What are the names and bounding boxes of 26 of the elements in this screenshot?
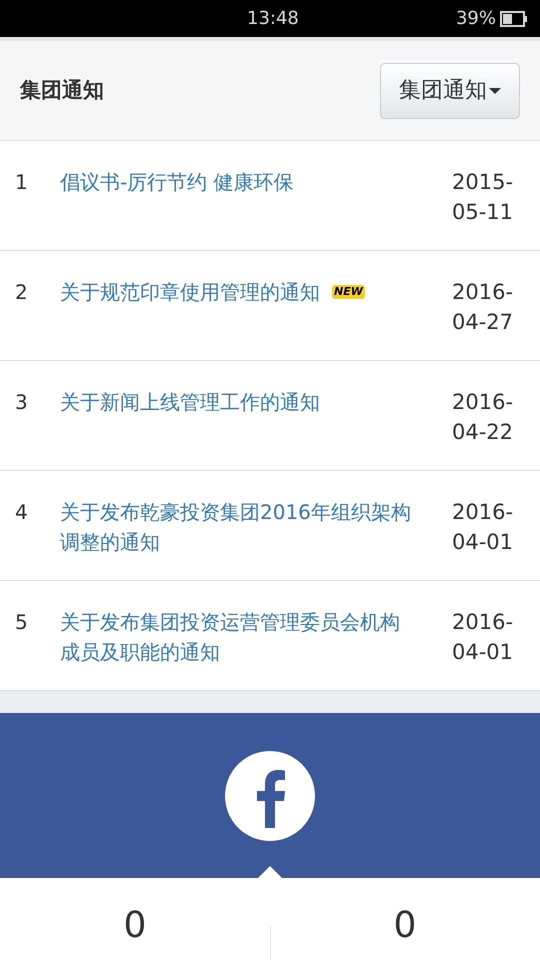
caret-icon (489, 88, 501, 94)
notice-date: 2016-04-27 (452, 279, 514, 336)
row-number: 1 (15, 169, 29, 196)
battery-icon (500, 10, 528, 26)
notice-date: 2016-04-01 (452, 609, 514, 666)
row-number: 4 (15, 499, 29, 526)
notice-date: 2016-04-22 (452, 389, 514, 446)
notice-date: 2015-05-11 (452, 169, 514, 226)
notice-link[interactable]: 关于规范印章使用管理的通知 (60, 277, 320, 307)
stat-value: 0 (394, 906, 416, 948)
row-number: 3 (15, 389, 29, 416)
status-time: 13:48 (247, 7, 299, 31)
row-number: 5 (15, 609, 29, 636)
row-number: 2 (15, 279, 29, 306)
pointer-notch-icon (258, 866, 282, 878)
notice-date: 2016-04-01 (452, 499, 514, 556)
category-dropdown[interactable]: 集团通知 (380, 62, 520, 118)
notice-link[interactable]: 关于发布乾豪投资集团2016年组织架构调整的通知 (60, 497, 416, 557)
page-title: 集团通知 (20, 76, 104, 104)
new-badge: NEW (332, 285, 365, 299)
notice-link[interactable]: 关于新闻上线管理工作的通知 (60, 387, 320, 417)
f-logo-icon (225, 750, 315, 840)
battery-percent: 39% (456, 7, 496, 31)
notice-link[interactable]: 倡议书-厉行节约 健康环保 (60, 167, 294, 197)
stat-value: 0 (124, 906, 146, 948)
notice-link[interactable]: 关于发布集团投资运营管理委员会机构成员及职能的通知 (60, 607, 416, 667)
